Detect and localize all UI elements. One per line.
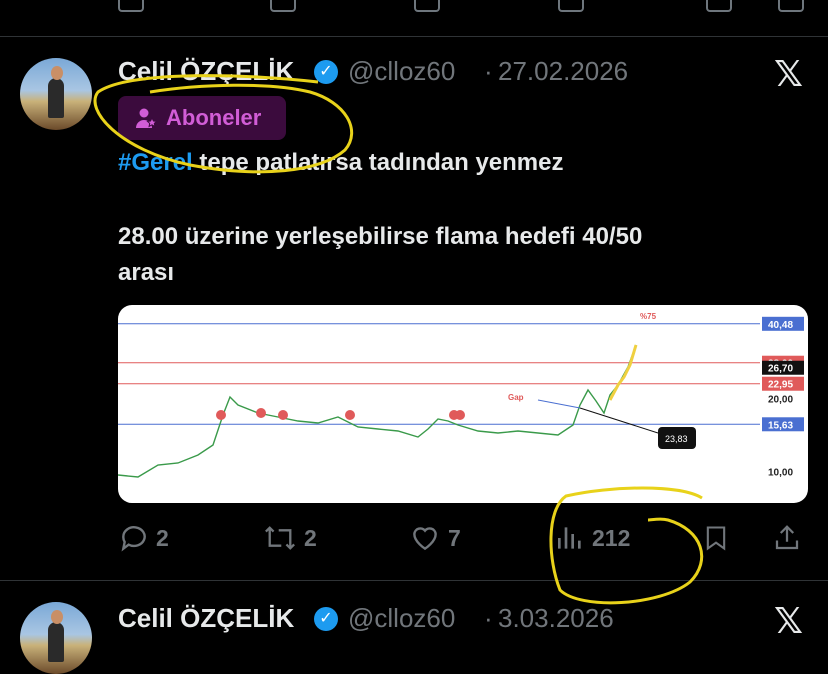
views-button[interactable]: 212 bbox=[554, 520, 630, 556]
x-logo-icon[interactable]: 𝕏 bbox=[774, 56, 803, 92]
prev-reply-icon[interactable] bbox=[118, 0, 144, 12]
resistance-touch-marker bbox=[455, 410, 465, 420]
reply-button[interactable]: 2 bbox=[118, 520, 169, 556]
subscribers-icon bbox=[136, 108, 158, 128]
level-label: 15,63 bbox=[768, 420, 793, 431]
tweet-date[interactable]: 3.03.2026 bbox=[498, 603, 614, 634]
author-handle[interactable]: @clloz60 bbox=[348, 56, 455, 87]
share-icon bbox=[775, 525, 799, 550]
verified-icon: ✓ bbox=[314, 60, 338, 84]
share-button[interactable] bbox=[772, 520, 802, 556]
gap-arrow bbox=[537, 399, 581, 409]
avatar[interactable] bbox=[20, 602, 92, 674]
resistance-touch-marker bbox=[216, 410, 226, 420]
tweet-text-line3: arası bbox=[118, 259, 175, 286]
callout-value: 23,83 bbox=[665, 434, 688, 444]
prev-repost-icon[interactable] bbox=[270, 0, 296, 12]
gap-label: Gap bbox=[508, 393, 524, 402]
x-logo-icon[interactable]: 𝕏 bbox=[774, 603, 803, 639]
previous-tweet-actions bbox=[0, 0, 828, 12]
repost-button[interactable]: 2 bbox=[262, 520, 317, 556]
callout-line bbox=[579, 407, 659, 434]
level-label: 40,48 bbox=[768, 320, 793, 331]
tweet-text-line2: 28.00 üzerine yerleşebilirse flama hedef… bbox=[118, 223, 643, 250]
like-icon bbox=[413, 527, 437, 551]
tweet-actions: 2 2 7 212 bbox=[0, 520, 828, 560]
author-handle[interactable]: @clloz60 bbox=[348, 603, 455, 634]
prev-share-icon[interactable] bbox=[778, 0, 804, 12]
tweet-text-line1: #Gerel tepe patlatırsa tadından yenmez bbox=[118, 146, 564, 180]
reply-icon bbox=[121, 526, 146, 552]
prev-bookmark-icon[interactable] bbox=[706, 0, 732, 12]
divider bbox=[0, 36, 828, 37]
bookmark-button[interactable] bbox=[702, 520, 730, 556]
reply-count: 2 bbox=[156, 524, 169, 551]
author-name[interactable]: Celil ÖZÇELİK bbox=[118, 603, 294, 634]
resistance-touch-marker bbox=[345, 410, 355, 420]
resistance-touch-marker bbox=[256, 408, 266, 418]
author-name[interactable]: Celil ÖZÇELİK bbox=[118, 56, 294, 87]
separator: · bbox=[484, 56, 493, 86]
resistance-touch-marker bbox=[278, 410, 288, 420]
like-button[interactable]: 7 bbox=[408, 520, 461, 556]
badge-label: Aboneler bbox=[166, 105, 262, 130]
bookmark-icon bbox=[706, 526, 726, 551]
price-line bbox=[118, 344, 637, 478]
projection-line bbox=[608, 344, 638, 401]
level-label: 10,00 bbox=[768, 467, 793, 478]
prev-like-icon[interactable] bbox=[414, 0, 440, 12]
repost-icon bbox=[265, 526, 295, 550]
subscribers-badge[interactable]: Aboneler bbox=[118, 96, 286, 140]
level-label: 26,70 bbox=[768, 364, 793, 375]
price-chart: 40,4828,0026,7022,9520,0015,6310,00 %75 … bbox=[118, 312, 804, 479]
tweet-date[interactable]: 27.02.2026 bbox=[498, 56, 628, 87]
level-label: 22,95 bbox=[768, 380, 793, 391]
avatar[interactable] bbox=[20, 58, 92, 130]
views-count: 212 bbox=[592, 524, 631, 551]
verified-icon: ✓ bbox=[314, 607, 338, 631]
tweet-text-line1-rest: tepe patlatırsa tadından yenmez bbox=[192, 149, 564, 176]
chart-annotation-pct: %75 bbox=[640, 312, 657, 321]
tweet-image-chart[interactable]: 40,4828,0026,7022,9520,0015,6310,00 %75 … bbox=[118, 305, 808, 503]
separator: · bbox=[484, 603, 493, 633]
level-label: 20,00 bbox=[768, 394, 793, 405]
prev-views-icon[interactable] bbox=[558, 0, 584, 12]
divider bbox=[0, 580, 828, 581]
hashtag-link[interactable]: #Gerel bbox=[118, 149, 193, 176]
repost-count: 2 bbox=[304, 524, 317, 551]
like-count: 7 bbox=[448, 524, 461, 551]
views-icon bbox=[558, 527, 581, 549]
